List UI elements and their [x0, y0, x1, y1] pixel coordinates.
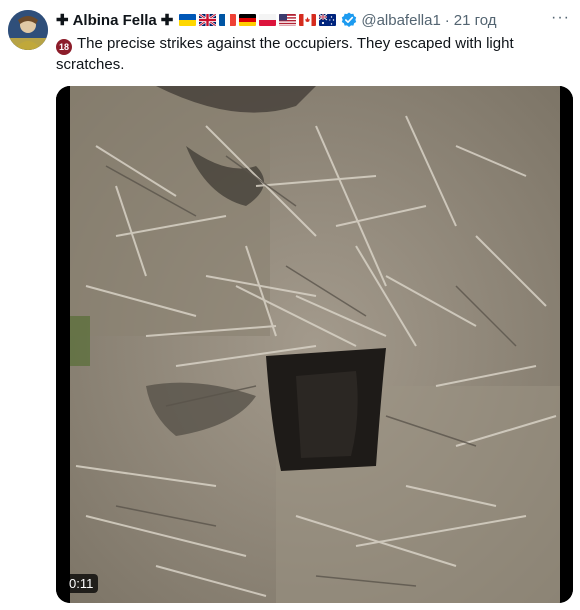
- flag-list: [179, 14, 337, 26]
- germany-flag-icon: [239, 14, 257, 26]
- video-duration: 0:11: [64, 574, 99, 593]
- post-text: The precise strikes against the occupier…: [56, 35, 514, 73]
- france-flag-icon: [219, 14, 237, 26]
- cross-icon: ✚: [56, 12, 69, 29]
- post-header: ✚ Albina Fella ✚ @albafella1 · 21 год: [56, 10, 572, 30]
- video-frame: [56, 86, 573, 603]
- cross-icon: ✚: [160, 12, 174, 29]
- video-player[interactable]: 0:11: [56, 86, 573, 603]
- uk-flag-icon: [199, 14, 217, 26]
- poland-flag-icon: [259, 14, 277, 26]
- more-options-icon[interactable]: ···: [551, 10, 570, 26]
- author-handle[interactable]: @albafella1: [361, 12, 440, 29]
- avatar[interactable]: [8, 10, 48, 50]
- post-time[interactable]: 21 год: [454, 12, 497, 29]
- ukraine-flag-icon: [179, 14, 197, 26]
- canada-flag-icon: [299, 14, 317, 26]
- age-18-icon: 18: [56, 39, 72, 55]
- post-text-block: 18 The precise strikes against the occupi…: [56, 34, 526, 75]
- verified-badge-icon: [342, 12, 357, 27]
- australia-flag-icon: [319, 14, 337, 26]
- usa-flag-icon: [279, 14, 297, 26]
- separator-dot: ·: [444, 11, 450, 29]
- author-name[interactable]: Albina Fella: [73, 12, 157, 29]
